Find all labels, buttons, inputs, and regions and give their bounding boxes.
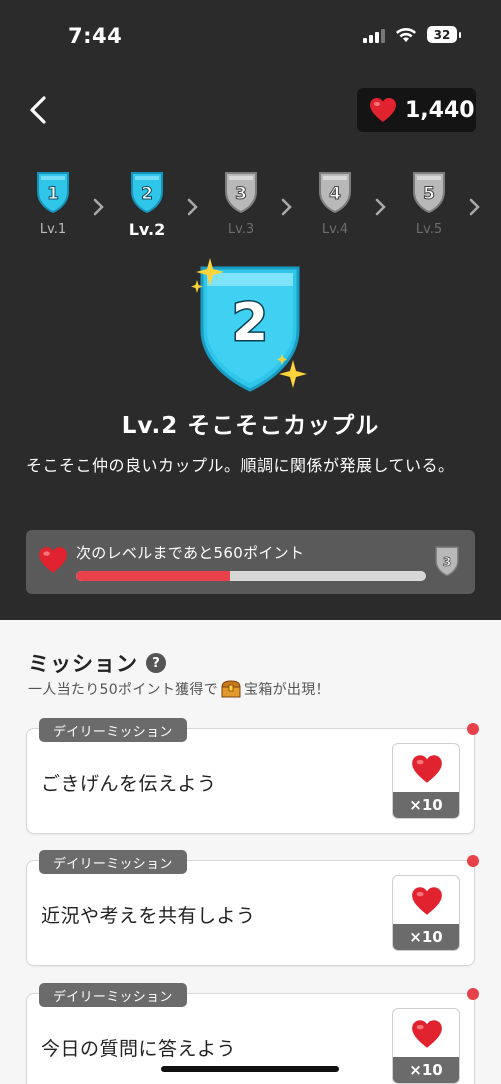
heart-count: 1,440 (405, 97, 475, 123)
status-time: 7:44 (68, 24, 123, 48)
chevron-right-icon (281, 198, 292, 216)
heart-balance[interactable]: 1,440 (357, 88, 476, 132)
back-arrow-icon[interactable] (24, 92, 54, 128)
mission-reward: ×10 (392, 1008, 460, 1084)
chevron-right-icon (375, 198, 386, 216)
mission-text: ごきげんを伝えよう (41, 773, 217, 795)
level-label: Lv.2 (128, 220, 166, 239)
level-label: Lv.1 (39, 222, 67, 237)
shield-badge-icon: 3 (225, 172, 257, 214)
level-label: Lv.3 (227, 222, 255, 237)
level-progress-card: 次のレベルまであと560ポイント 3 (26, 530, 475, 594)
svg-text:4: 4 (329, 184, 341, 204)
svg-text:1: 1 (47, 184, 59, 204)
chevron-right-icon (187, 198, 198, 216)
progress-bar-fill (76, 571, 230, 581)
mission-card[interactable]: デイリーミッション ごきげんを伝えよう ×10 (26, 718, 479, 834)
level-step-1[interactable]: 1 Lv.1 (28, 170, 78, 237)
svg-text:2: 2 (232, 293, 268, 353)
svg-text:2: 2 (141, 184, 153, 204)
signal-icon (363, 27, 385, 43)
heart-icon (39, 547, 67, 573)
notification-dot (467, 723, 479, 735)
missions-subtitle-text: 宝箱が出現！ (244, 682, 330, 698)
level-step-3[interactable]: 3 Lv.3 (216, 170, 266, 237)
shield-badge-icon: 1 (37, 172, 69, 214)
battery-level: 32 (427, 26, 457, 43)
svg-text:5: 5 (423, 184, 435, 204)
chevron-right-icon (93, 198, 104, 216)
missions-subtitle: 一人当たり50ポイント獲得で 宝箱が出現！ (28, 679, 330, 699)
heart-icon (412, 1020, 442, 1048)
mission-text: 近況や考えを共有しよう (41, 905, 256, 927)
heart-icon (412, 887, 442, 915)
next-level-badge-icon: 3 (435, 546, 459, 577)
help-icon[interactable]: ? (146, 653, 166, 673)
mission-reward: ×10 (392, 875, 460, 951)
notification-dot (467, 988, 479, 1000)
heart-icon (412, 755, 442, 783)
level-step-4[interactable]: 4 Lv.4 (310, 170, 360, 237)
level-title: Lv.2 そこそこカップル (121, 413, 380, 439)
progress-text: 次のレベルまであと560ポイント (76, 544, 305, 562)
reward-count: ×10 (393, 792, 459, 818)
mission-tag: デイリーミッション (39, 983, 187, 1007)
shield-badge-icon: 2 (131, 172, 163, 214)
level-label: Lv.5 (415, 222, 443, 237)
mission-tag: デイリーミッション (39, 850, 187, 874)
missions-title: ミッション (28, 652, 138, 676)
level-header-panel: 7:44 32 1,440 1 Lv.1 2 Lv.2 3 Lv.3 4 Lv.… (0, 0, 501, 620)
home-indicator[interactable] (161, 1066, 339, 1072)
mission-reward: ×10 (392, 743, 460, 819)
mission-text: 今日の質問に答えよう (41, 1038, 237, 1060)
svg-text:3: 3 (235, 184, 247, 204)
treasure-chest-icon (221, 680, 241, 698)
heart-icon (370, 98, 396, 122)
reward-count: ×10 (393, 924, 459, 950)
notification-dot (467, 855, 479, 867)
battery-icon: 32 (427, 26, 461, 43)
progress-bar (76, 571, 426, 581)
level-label: Lv.4 (321, 222, 349, 237)
level-description: そこそこ仲の良いカップル。順調に関係が発展している。 (26, 456, 455, 475)
shield-badge-icon: 4 (319, 172, 351, 214)
wifi-icon (396, 27, 416, 42)
svg-text:3: 3 (443, 555, 452, 569)
missions-subtitle-text: 一人当たり50ポイント獲得で (28, 682, 219, 698)
chevron-right-icon (469, 198, 480, 216)
level-step-5[interactable]: 5 Lv.5 (404, 170, 454, 237)
reward-count: ×10 (393, 1057, 459, 1083)
level-step-2[interactable]: 2 Lv.2 (122, 170, 172, 239)
status-icons: 32 (363, 26, 461, 43)
mission-card[interactable]: デイリーミッション 近況や考えを共有しよう ×10 (26, 850, 479, 966)
current-level-badge-icon: 2 (191, 258, 307, 392)
missions-header: ミッション ? (28, 648, 166, 678)
shield-badge-icon: 5 (413, 172, 445, 214)
mission-tag: デイリーミッション (39, 718, 187, 742)
